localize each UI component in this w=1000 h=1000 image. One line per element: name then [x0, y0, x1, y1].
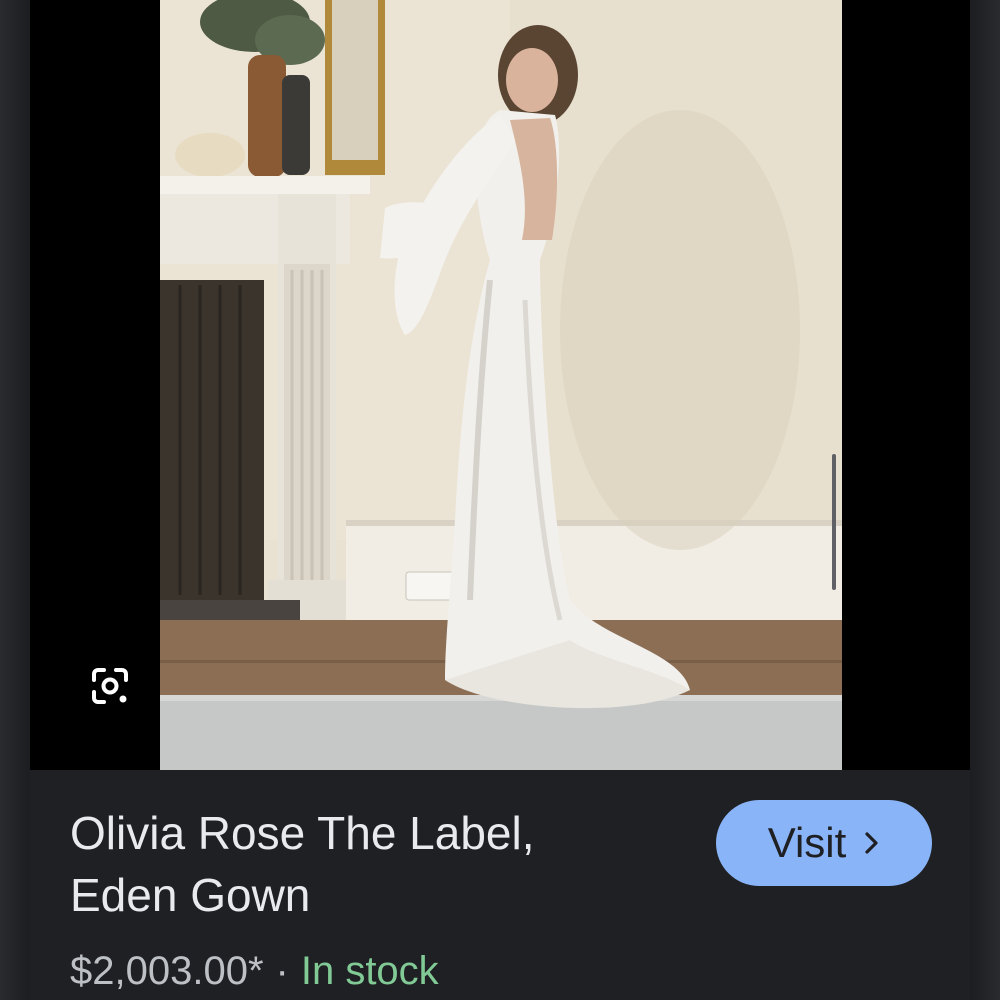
product-info-panel: Olivia Rose The Label, Eden Gown Visit $…	[30, 770, 970, 1000]
image-scrollbar[interactable]	[832, 454, 836, 590]
product-title-line2: Eden Gown	[70, 869, 311, 921]
price-value: $2,003.00*	[70, 949, 264, 993]
left-edge	[0, 0, 30, 1000]
price-availability-line: $2,003.00* · In stock	[70, 946, 439, 996]
product-title[interactable]: Olivia Rose The Label, Eden Gown	[70, 802, 670, 926]
lens-search-button[interactable]	[86, 662, 134, 710]
product-result-screen: Olivia Rose The Label, Eden Gown Visit $…	[0, 0, 1000, 1000]
product-image[interactable]	[160, 0, 842, 770]
chevron-right-icon	[864, 831, 880, 855]
separator-dot: ·	[275, 949, 289, 993]
right-edge	[970, 0, 1000, 1000]
image-viewer	[30, 0, 970, 770]
product-photo	[160, 0, 842, 770]
visit-label: Visit	[767, 819, 847, 866]
availability-status: In stock	[300, 949, 439, 993]
google-lens-icon	[92, 668, 128, 704]
product-title-line1: Olivia Rose The Label,	[70, 807, 535, 859]
visit-button[interactable]: Visit	[716, 800, 932, 886]
